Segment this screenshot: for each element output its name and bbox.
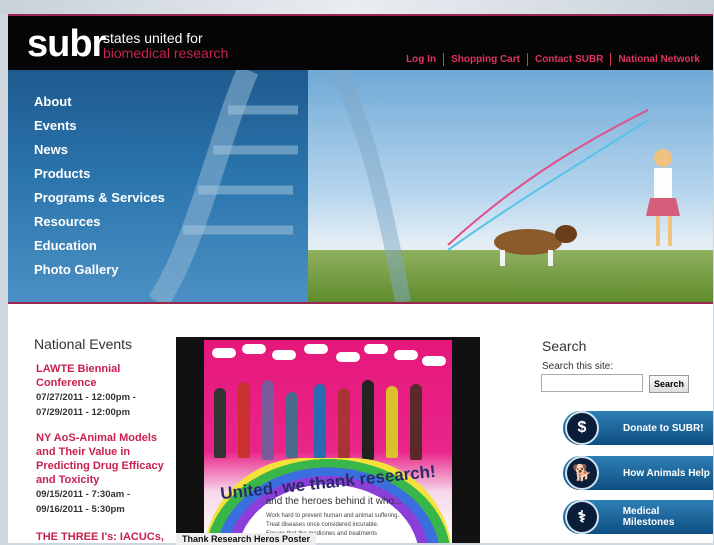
poster-image: United, we thank research! and the heroe…: [204, 340, 452, 543]
donate-label: Donate to SUBR!: [623, 422, 704, 434]
caduceus-icon: ⚕: [565, 500, 599, 534]
event-title-link[interactable]: THE THREE I's: IACUCs,: [36, 530, 176, 544]
poster-caption[interactable]: Thank Research Heros Poster: [176, 533, 317, 545]
contact-subr-link[interactable]: Contact SUBR: [528, 54, 610, 65]
national-network-link[interactable]: National Network: [611, 54, 707, 65]
nav-item-resources[interactable]: Resources: [34, 210, 165, 234]
event-item: NY AoS-Animal Models and Their Value in …: [36, 431, 176, 517]
dollar-hand-icon: $: [565, 411, 599, 445]
nav-item-programs-services[interactable]: Programs & Services: [34, 186, 165, 210]
main-content: National Events LAWTE Biennial Conferenc…: [8, 304, 713, 545]
tagline-line1: states united for: [103, 30, 203, 46]
search-heading: Search: [542, 338, 587, 354]
tagline-line2: biomedical research: [103, 45, 229, 61]
how-animals-help-label: How Animals Help: [623, 467, 710, 479]
top-strip: [0, 0, 714, 14]
top-links: Log In Shopping Cart Contact SUBR Nation…: [399, 53, 707, 66]
featured-poster[interactable]: United, we thank research! and the heroe…: [176, 337, 480, 543]
search-input[interactable]: [541, 374, 643, 392]
shopping-cart-link[interactable]: Shopping Cart: [444, 54, 527, 65]
event-title-link[interactable]: NY AoS-Animal Models and Their Value in …: [36, 431, 176, 487]
site-header: subr states united for biomedical resear…: [8, 14, 713, 72]
medical-milestones-button[interactable]: ⚕ Medical Milestones: [563, 500, 713, 534]
nav-item-news[interactable]: News: [34, 138, 165, 162]
nav-item-about[interactable]: About: [34, 90, 165, 114]
nav-item-events[interactable]: Events: [34, 114, 165, 138]
national-events-heading: National Events: [34, 336, 133, 352]
nav-item-photo-gallery[interactable]: Photo Gallery: [34, 258, 165, 282]
event-item: LAWTE Biennial Conference 07/27/2011 - 1…: [36, 362, 176, 420]
running-girl-image: [646, 149, 680, 246]
event-date: 07/27/2011 - 12:00pm -: [36, 392, 136, 403]
poster-subtitle: and the heroes behind it who...: [265, 496, 403, 507]
event-date: 09/15/2011 - 7:30am -: [36, 489, 131, 500]
nav-item-products[interactable]: Products: [34, 162, 165, 186]
donate-button[interactable]: $ Donate to SUBR!: [563, 411, 713, 445]
subr-logo[interactable]: subr: [27, 24, 106, 64]
hero-banner: About Events News Products Programs & Se…: [8, 70, 713, 304]
how-animals-help-button[interactable]: 🐕 How Animals Help: [563, 456, 713, 490]
event-date: 09/16/2011 - 5:30pm: [36, 504, 125, 515]
nav-item-education[interactable]: Education: [34, 234, 165, 258]
event-title-link[interactable]: LAWTE Biennial Conference: [36, 362, 176, 390]
login-link[interactable]: Log In: [399, 54, 443, 65]
event-date: 07/29/2011 - 12:00pm: [36, 407, 131, 418]
poster-bullet: Treat diseases once considered incurable…: [266, 522, 379, 528]
event-item: THE THREE I's: IACUCs,: [36, 530, 176, 544]
beagle-dog-image: [494, 225, 577, 266]
dog-icon: 🐕: [565, 456, 599, 490]
search-button[interactable]: Search: [649, 375, 689, 393]
medical-milestones-label: Medical Milestones: [622, 506, 675, 528]
poster-bullet: Work hard to prevent human and animal su…: [266, 513, 400, 519]
search-label: Search this site:: [542, 361, 614, 372]
main-nav: About Events News Products Programs & Se…: [34, 90, 165, 282]
